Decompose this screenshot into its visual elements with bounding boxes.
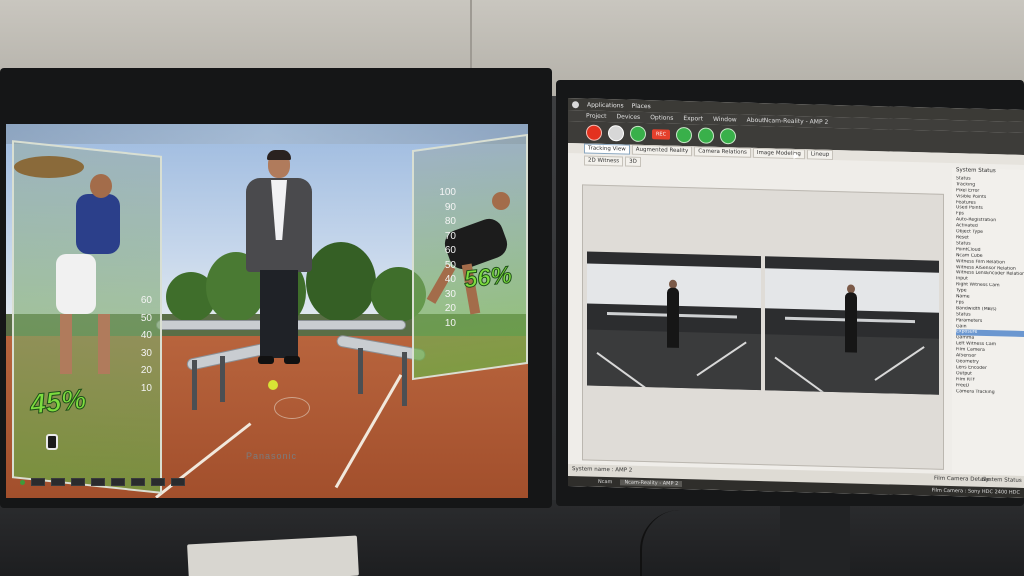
monitor-cable <box>640 510 720 576</box>
menu-devices[interactable]: Devices <box>617 113 641 121</box>
system-status-panel: System Status Status Tracking Pixel Error V… <box>952 167 1024 480</box>
witness-view <box>582 184 944 470</box>
tab-camera-relations[interactable]: Camera Relations <box>694 146 751 158</box>
system-status-header: System Status <box>956 167 996 175</box>
film-camera-readout: Film Camera : Sony HDC 2400 HDC <box>931 487 1020 496</box>
presenter <box>246 150 314 366</box>
status-ok-icon[interactable] <box>698 127 714 144</box>
monitor-button[interactable] <box>51 478 65 486</box>
system-status-tab[interactable]: System Status <box>982 477 1022 484</box>
right-monitor-stand <box>780 506 850 576</box>
status-tree-item[interactable]: Camera Tracking <box>956 389 1024 397</box>
check-icon[interactable] <box>630 125 646 143</box>
monitor-button[interactable] <box>91 478 105 486</box>
monitor-controls <box>20 472 530 492</box>
left-monitor-screen: 60 50 40 30 20 10 45% 100 90 80 70 60 50… <box>6 124 528 498</box>
right-panel-scale: 100 90 80 70 60 50 40 30 20 10 <box>439 187 456 329</box>
menu-applications[interactable]: Applications <box>587 101 624 109</box>
apps-icon[interactable] <box>572 100 579 108</box>
tab-lineup[interactable]: Lineup <box>806 149 834 160</box>
right-witness-camera-feed <box>765 256 939 395</box>
menu-options[interactable]: Options <box>650 114 673 122</box>
floor-logo <box>274 397 310 419</box>
monitor-brand: Panasonic <box>246 451 298 461</box>
monitor-button[interactable] <box>151 478 165 486</box>
status-ok-icon[interactable] <box>720 128 736 145</box>
left-monitor: 60 50 40 30 20 10 45% 100 90 80 70 60 50… <box>0 68 552 508</box>
status-ok-icon[interactable] <box>676 126 692 144</box>
rec-badge[interactable]: REC <box>652 129 670 140</box>
menu-export[interactable]: Export <box>683 115 703 123</box>
tab-3d[interactable]: 3D <box>625 156 641 167</box>
menu-places[interactable]: Places <box>632 102 651 109</box>
power-led <box>20 479 25 485</box>
stadium-roof <box>6 124 528 144</box>
left-witness-camera-feed <box>587 251 761 391</box>
status-tree: Status Tracking Pixel Error Visible Points F… <box>956 176 1024 396</box>
watch-icon <box>46 434 58 450</box>
taskbar-item-ncam-reality[interactable]: Ncam-Reality - AMP 2 <box>620 479 683 488</box>
system-name: System name : AMP 2 <box>572 466 633 474</box>
monitor-button[interactable] <box>171 478 185 486</box>
ncam-app-window: Applications Places Ncam-Reality - AMP 2… <box>568 98 1024 498</box>
desk <box>0 500 1024 576</box>
tab-tracking-view[interactable]: Tracking View <box>584 143 630 155</box>
tab-2d-witness[interactable]: 2D Witness <box>584 155 624 167</box>
menu-window[interactable]: Window <box>713 116 737 124</box>
taskbar-item-ncam[interactable]: Ncam <box>598 479 612 485</box>
menu-project[interactable]: Project <box>586 113 607 121</box>
left-percentage: 45% <box>28 383 88 421</box>
right-monitor: Applications Places Ncam-Reality - AMP 2… <box>556 80 1024 506</box>
power-icon[interactable] <box>586 124 602 141</box>
monitor-button[interactable] <box>71 478 85 486</box>
tab-augmented-reality[interactable]: Augmented Reality <box>631 144 693 157</box>
photo-scene: 60 50 40 30 20 10 45% 100 90 80 70 60 50… <box>0 0 1024 576</box>
tennis-ball <box>268 380 278 390</box>
left-panel-scale: 60 50 40 30 20 10 <box>140 295 152 394</box>
monitor-button[interactable] <box>31 478 45 486</box>
menu-about[interactable]: About <box>747 117 765 124</box>
monitor-button[interactable] <box>131 478 145 486</box>
right-percentage: 56% <box>462 261 514 294</box>
settings-icon[interactable] <box>608 125 624 142</box>
monitor-button[interactable] <box>111 478 125 486</box>
